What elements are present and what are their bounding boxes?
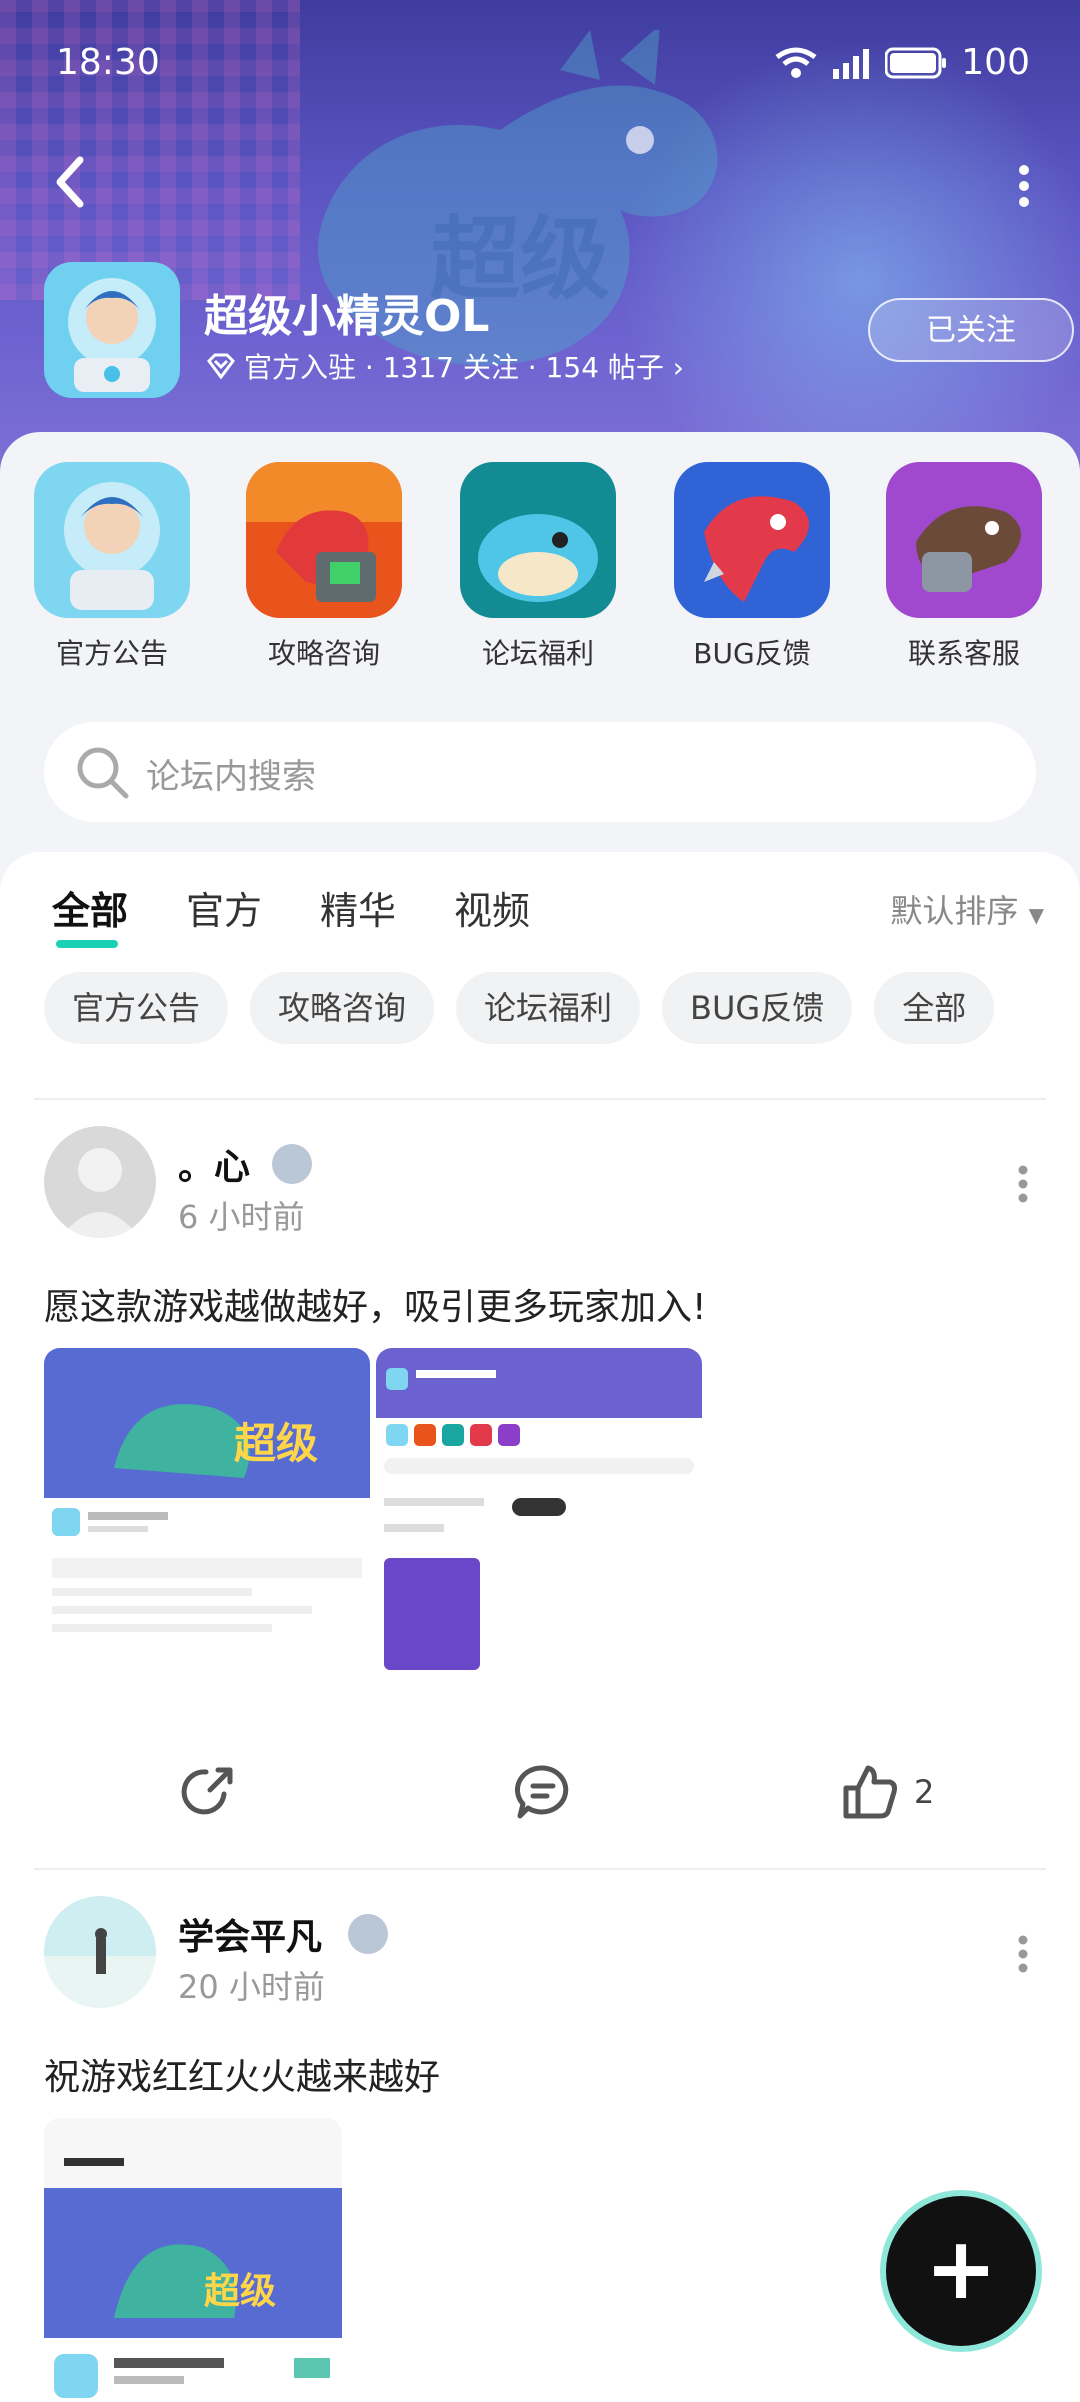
more-options-icon[interactable] <box>1016 164 1032 208</box>
svg-text:超级: 超级 <box>204 2271 276 2312</box>
post-actions: 2 <box>0 1752 1080 1832</box>
tab-official[interactable]: 官方 <box>186 880 262 940</box>
post-text: 愿这款游戏越做越好，吸引更多玩家加入! <box>44 1287 707 1328</box>
username[interactable]: 学会平凡 <box>178 1908 322 1960</box>
post-image[interactable] <box>376 1348 702 1674</box>
chip-welfare[interactable]: 论坛福利 <box>456 972 641 1044</box>
post-more-icon[interactable] <box>1016 1164 1030 1204</box>
divider <box>34 1098 1046 1100</box>
category-label: 官方公告 <box>55 637 168 670</box>
chip-bug-feedback[interactable]: BUG反馈 <box>662 972 853 1044</box>
post-text: 祝游戏红红火火越来越好 <box>44 2057 441 2098</box>
avatar[interactable] <box>44 1896 156 2008</box>
sort-label: 默认排序 <box>890 892 1019 930</box>
verified-badge-icon <box>272 1144 312 1184</box>
search-icon <box>77 747 129 799</box>
category-customer-service[interactable]: 联系客服 <box>884 462 1044 672</box>
forum-meta-text: 官方入驻 · 1317 关注 · 154 帖子 › <box>244 351 685 384</box>
category-welfare[interactable]: 论坛福利 <box>458 462 618 672</box>
forum-title: 超级小精灵OL <box>204 291 490 342</box>
divider <box>34 1868 1046 1870</box>
chip-official-announcement[interactable]: 官方公告 <box>44 972 229 1044</box>
plus-icon: + <box>924 2219 998 2319</box>
welfare-icon <box>460 462 616 618</box>
wifi-icon <box>775 47 817 78</box>
feed-tabs: 全部 官方 精华 视频 <box>52 880 530 948</box>
tab-video[interactable]: 视频 <box>454 880 530 940</box>
category-bug-feedback[interactable]: BUG反馈 <box>672 462 832 672</box>
forum-header: 超级 18:30 100 超级小精灵OL 官方入驻 · 1317 关注 · 15… <box>0 0 1080 470</box>
guide-icon <box>246 462 402 618</box>
forum-content: 官方公告 攻略咨询 论坛福利 BUG反馈 联系客服 论坛内搜索 全部 官方 精华… <box>0 432 1080 2400</box>
post-card[interactable]: 。心 6 小时前 愿这款游戏越做越好，吸引更多玩家加入! 超级 2 <box>0 1102 1080 1819</box>
category-label: BUG反馈 <box>693 637 811 670</box>
filter-chips: 官方公告 攻略咨询 论坛福利 BUG反馈 全部 <box>44 972 995 1044</box>
back-arrow-icon[interactable] <box>50 152 90 212</box>
share-icon <box>181 1767 233 1815</box>
battery-level: 100 <box>961 42 1030 83</box>
forum-meta[interactable]: 官方入驻 · 1317 关注 · 154 帖子 › <box>206 346 684 386</box>
sort-dropdown[interactable]: 默认排序 ▼ <box>890 886 1044 932</box>
like-count: 2 <box>914 1773 935 1811</box>
battery-icon <box>885 47 947 78</box>
forum-app-icon <box>44 262 180 398</box>
chip-guide[interactable]: 攻略咨询 <box>250 972 435 1044</box>
comment-icon <box>514 1765 569 1819</box>
follow-button[interactable]: 已关注 <box>868 298 1074 362</box>
username[interactable]: 。心 <box>178 1138 250 1190</box>
category-guide[interactable]: 攻略咨询 <box>244 462 404 672</box>
verified-badge-icon <box>348 1914 388 1954</box>
diamond-icon <box>207 353 235 379</box>
search-bar[interactable]: 论坛内搜索 <box>44 722 1036 822</box>
chip-all[interactable]: 全部 <box>874 972 995 1044</box>
category-official-announcement[interactable]: 官方公告 <box>32 462 192 672</box>
new-post-button[interactable]: + <box>886 2196 1036 2346</box>
category-label: 攻略咨询 <box>267 637 380 670</box>
like-button[interactable]: 2 <box>842 1752 934 1832</box>
tab-featured[interactable]: 精华 <box>320 880 396 940</box>
status-time: 18:30 <box>56 42 160 83</box>
category-label: 联系客服 <box>907 637 1020 670</box>
customer-service-icon <box>886 462 1042 618</box>
search-placeholder: 论坛内搜索 <box>146 757 316 797</box>
share-button[interactable] <box>180 1752 236 1832</box>
bug-feedback-icon <box>674 462 830 618</box>
status-bar: 18:30 100 <box>0 38 1080 88</box>
category-row: 官方公告 攻略咨询 论坛福利 BUG反馈 联系客服 <box>0 462 1080 702</box>
thumbs-up-icon <box>843 1765 897 1819</box>
post-more-icon[interactable] <box>1016 1934 1030 1974</box>
post-feed: 全部 官方 精华 视频 默认排序 ▼ 官方公告 攻略咨询 论坛福利 BUG反馈 … <box>0 852 1080 2400</box>
post-time: 20 小时前 <box>178 1968 325 2006</box>
category-label: 论坛福利 <box>481 637 594 670</box>
avatar[interactable] <box>44 1126 156 1238</box>
official-announcement-icon <box>34 462 190 618</box>
svg-text:超级: 超级 <box>234 1419 318 1468</box>
post-time: 6 小时前 <box>178 1198 305 1236</box>
tab-all[interactable]: 全部 <box>52 880 128 948</box>
caret-down-icon: ▼ <box>1028 903 1044 927</box>
post-image[interactable]: 超级 <box>44 2118 342 2400</box>
post-image[interactable]: 超级 <box>44 1348 370 1674</box>
signal-icon <box>833 48 870 79</box>
comment-button[interactable] <box>514 1752 572 1832</box>
